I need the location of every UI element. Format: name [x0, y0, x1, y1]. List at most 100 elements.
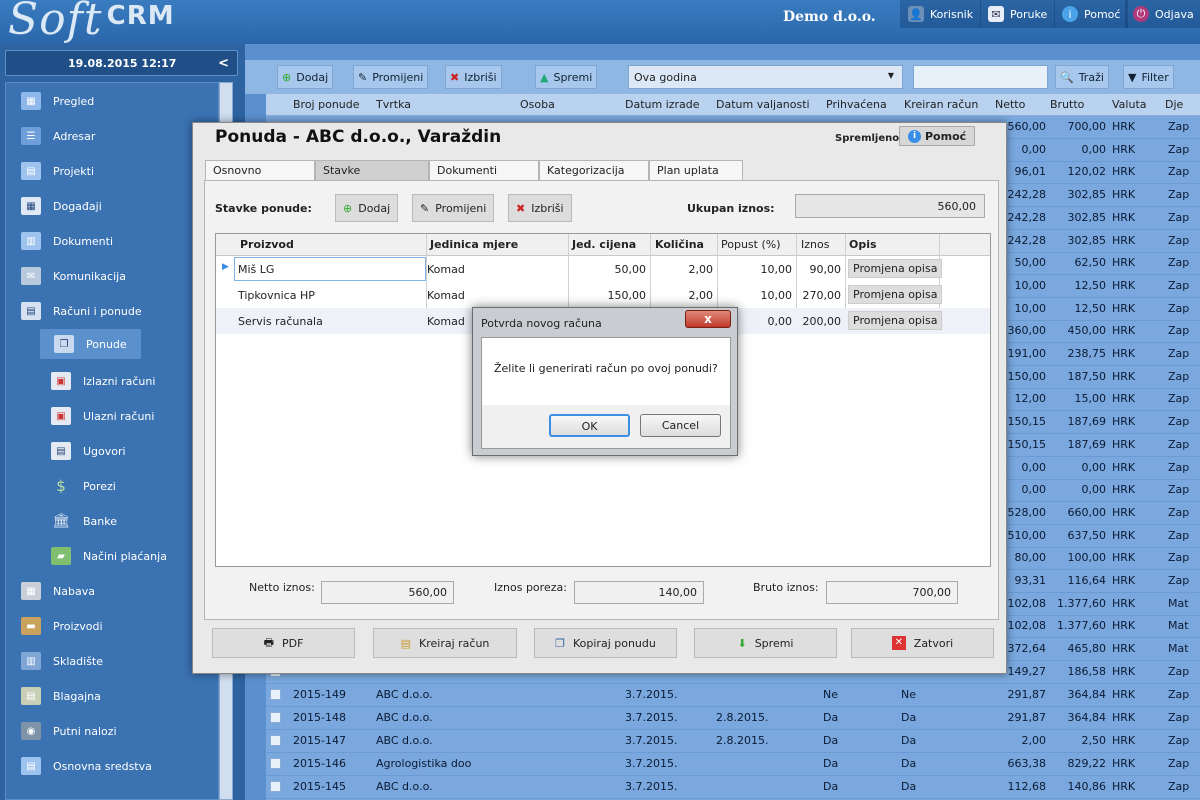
col-broj-ponude[interactable]: Broj ponude — [293, 98, 360, 111]
col-proizvod[interactable]: Proizvod — [240, 238, 294, 251]
nav-odjava[interactable]: ⏻ Odjava — [1125, 0, 1200, 28]
sidebar-item-racuni-i-ponude[interactable]: ▤ Računi i ponude — [21, 296, 211, 326]
save-button[interactable]: ⬇ Spremi — [694, 628, 837, 658]
col-datum-izrade[interactable]: Datum izrade — [625, 98, 700, 111]
col-prihvacena[interactable]: Prihvaćena — [826, 98, 887, 111]
row-checkbox[interactable] — [270, 758, 281, 769]
invoice-icon: ▤ — [400, 636, 411, 650]
col-datum-valjanosti[interactable]: Datum valjanosti — [716, 98, 810, 111]
sidebar-item-ponude[interactable]: ❐ Ponude — [40, 329, 141, 359]
table-row[interactable]: 2015-145 ABC d.o.o. 3.7.2015. Da Da 112,68 140… — [266, 776, 1200, 799]
invoice-icon: ▤ — [21, 302, 41, 320]
table-row[interactable]: 2015-148 ABC d.o.o. 3.7.2015. 2.8.2015. Da Da… — [266, 707, 1200, 730]
nav-poruke[interactable]: ✉ Poruke — [980, 0, 1056, 28]
cancel-button[interactable]: Cancel — [640, 414, 721, 437]
col-iznos[interactable]: Iznos — [801, 238, 829, 251]
dollar-icon: $ — [56, 477, 66, 495]
power-icon: ⏻ — [1133, 6, 1149, 22]
col-brutto[interactable]: Brutto — [1050, 98, 1084, 111]
row-checkbox[interactable] — [270, 735, 281, 746]
tax-field[interactable]: 140,00 — [574, 581, 704, 604]
quotes-icon: ❐ — [54, 335, 74, 353]
copy-quote-button[interactable]: ❐ Kopiraj ponudu — [534, 628, 677, 658]
filter-button[interactable]: ▼ Filter — [1123, 65, 1174, 89]
close-dialog-button[interactable]: ✕ Zatvori — [851, 628, 994, 658]
tab-kategorizacija[interactable]: Kategorizacija — [539, 160, 649, 180]
sidebar-item-pregled[interactable]: ▦ Pregled — [21, 86, 211, 116]
sidebar-item-nabava[interactable]: ▦ Nabava — [21, 576, 211, 606]
gross-field[interactable]: 700,00 — [826, 581, 958, 604]
col-cijena[interactable]: Jed. cijena — [572, 238, 636, 251]
row-checkbox[interactable] — [270, 781, 281, 792]
table-row[interactable]: 2015-149 ABC d.o.o. 3.7.2015. Ne Ne 291,87 364… — [266, 684, 1200, 707]
edit-icon: ✎ — [420, 201, 430, 215]
nav-korisnik[interactable]: 👤 Korisnik — [900, 0, 982, 28]
add-icon: ⊕ — [343, 201, 353, 215]
row-checkbox[interactable] — [270, 712, 281, 723]
col-netto[interactable]: Netto — [995, 98, 1025, 111]
tab-plan-uplata[interactable]: Plan uplata — [649, 160, 743, 180]
collapse-sidebar-button[interactable]: < — [218, 56, 229, 71]
col-djelatnik[interactable]: Dje — [1165, 98, 1183, 111]
table-row[interactable]: 2015-146 Agrologistika doo 3.7.2015. Da Da 66… — [266, 753, 1200, 776]
item-row[interactable]: ▶ Miš LG Komad 50,00 2,00 10,00 90,00 Pr… — [216, 256, 990, 282]
incoming-invoice-icon: ▣ — [51, 407, 71, 425]
company-name: Demo d.o.o. — [783, 9, 876, 25]
confirm-close-button[interactable]: x — [685, 310, 731, 328]
change-description-button[interactable]: Promjena opisa — [848, 311, 943, 330]
chart-icon: ▲ — [540, 70, 549, 84]
delete-button[interactable]: ✖ Izbriši — [445, 65, 502, 89]
change-description-button[interactable]: Promjena opisa — [848, 259, 943, 278]
ok-button[interactable]: OK — [549, 414, 630, 437]
col-tvrtka[interactable]: Tvrtka — [376, 98, 411, 111]
sidebar-item-adresar[interactable]: ☰ Adresar — [21, 121, 211, 151]
item-delete-button[interactable]: ✖ Izbriši — [508, 194, 572, 222]
col-kolicina[interactable]: Količina — [655, 238, 704, 251]
add-button[interactable]: ⊕ Dodaj — [277, 65, 334, 89]
tab-dokumenti[interactable]: Dokumenti — [429, 160, 539, 180]
pdf-button[interactable]: 🖶 PDF — [212, 628, 355, 658]
col-kreiran-racun[interactable]: Kreiran račun — [904, 98, 978, 111]
sidebar-item-skladiste[interactable]: ▥ Skladište — [21, 646, 211, 676]
sidebar-item-putni-nalozi[interactable]: ◉ Putni nalozi — [21, 716, 211, 746]
table-row[interactable]: 2015-147 ABC d.o.o. 3.7.2015. 2.8.2015. Da Da… — [266, 730, 1200, 753]
row-checkbox[interactable] — [270, 689, 281, 700]
tax-label: Iznos poreza: — [494, 581, 567, 594]
copy-icon: ❐ — [555, 636, 565, 650]
chevron-down-icon: ▼ — [887, 71, 894, 80]
item-edit-button[interactable]: ✎ Promijeni — [412, 194, 495, 222]
item-row[interactable]: Tipkovnica HP Komad 150,00 2,00 10,00 27… — [216, 282, 990, 308]
sidebar-item-dokumenti[interactable]: ▥ Dokumenti — [21, 226, 211, 256]
sidebar-item-komunikacija[interactable]: ✉ Komunikacija — [21, 261, 211, 291]
netto-field[interactable]: 560,00 — [321, 581, 454, 604]
search-input[interactable] — [913, 65, 1048, 89]
tab-stavke[interactable]: Stavke — [315, 160, 429, 180]
sidebar-item-projekti[interactable]: ▤ Projekti — [21, 156, 211, 186]
confirm-dialog: Potvrda novog računa x Želite li generir… — [472, 307, 738, 456]
col-opis[interactable]: Opis — [849, 238, 877, 251]
search-button[interactable]: 🔍 Traži — [1055, 65, 1109, 89]
help-button[interactable]: i Pomoć — [899, 126, 976, 146]
nav-pomoc[interactable]: i Pomoć — [1054, 0, 1129, 28]
change-description-button[interactable]: Promjena opisa — [848, 285, 943, 304]
col-osoba[interactable]: Osoba — [520, 98, 555, 111]
period-select[interactable]: Ova godina ▼ — [628, 65, 903, 89]
sidebar-item-proizvodi[interactable]: ▬ Proizvodi — [21, 611, 211, 641]
tab-osnovno[interactable]: Osnovno — [205, 160, 315, 180]
saved-status: Spremljeno — [835, 133, 900, 144]
create-invoice-button[interactable]: ▤ Kreiraj račun — [373, 628, 517, 658]
col-popust[interactable]: Popust (%) — [721, 238, 781, 251]
purchase-icon: ▦ — [21, 582, 41, 600]
col-jedinica[interactable]: Jedinica mjere — [430, 238, 518, 251]
edit-button[interactable]: ✎ Promijeni — [353, 65, 429, 89]
export-button[interactable]: ▲ Spremi — [535, 65, 598, 89]
sidebar-item-blagajna[interactable]: ▤ Blagajna — [21, 681, 211, 711]
filter-icon: ▼ — [1128, 70, 1137, 84]
documents-icon: ▥ — [21, 232, 41, 250]
delete-icon: ✖ — [450, 70, 460, 84]
total-label: Ukupan iznos: — [687, 202, 775, 215]
col-valuta[interactable]: Valuta — [1112, 98, 1147, 111]
sidebar-item-dogadaji[interactable]: ▦ Događaji — [21, 191, 211, 221]
sidebar-item-osnovna-sredstva[interactable]: ▤ Osnovna sredstva — [21, 751, 211, 781]
item-add-button[interactable]: ⊕ Dodaj — [335, 194, 399, 222]
